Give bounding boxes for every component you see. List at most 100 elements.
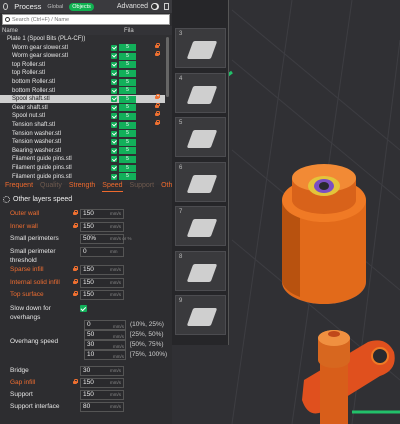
visible-checkbox[interactable] xyxy=(111,139,117,146)
filament-select[interactable]: 5 xyxy=(119,61,136,69)
lock-icon[interactable] xyxy=(73,210,79,215)
search-input[interactable] xyxy=(12,16,132,23)
visible-checkbox[interactable] xyxy=(111,79,117,85)
visible-checkbox[interactable] xyxy=(111,104,117,111)
param-row: Small perimeters 50% mm/s or % xyxy=(0,234,172,245)
object-row[interactable]: Filament guide pins.stl 5 xyxy=(0,164,165,172)
global-chip[interactable]: Global xyxy=(44,3,66,11)
tab-frequent[interactable]: Frequent xyxy=(5,180,33,192)
section-title: Other layers speed xyxy=(13,196,73,203)
advanced-toggle[interactable] xyxy=(151,3,159,10)
filament-select[interactable]: 5 xyxy=(119,112,136,120)
filament-select[interactable]: 5 xyxy=(119,130,136,138)
object-row[interactable]: Bearing washer.stl 5 xyxy=(0,147,165,155)
plate-thumbnail[interactable]: 6 xyxy=(175,161,226,202)
param-label: Small perimeter xyxy=(10,248,56,255)
visible-checkbox[interactable] xyxy=(111,61,117,68)
visible-checkbox[interactable] xyxy=(111,130,117,137)
plate-number: 5 xyxy=(179,120,183,126)
param-row: Outer wall 150 mm/s xyxy=(0,209,172,220)
object-row[interactable]: top Roller.stl 5 xyxy=(0,61,165,69)
plate-preview-icon xyxy=(186,219,218,237)
param-label: Support interface xyxy=(10,403,60,410)
overhang-speed-input[interactable]: 30 mm/s xyxy=(84,340,126,350)
param-unit: mm xyxy=(110,249,118,254)
object-row[interactable]: bottom Roller.stl 5 xyxy=(0,78,165,86)
visible-checkbox[interactable] xyxy=(111,96,117,103)
object-row[interactable]: Worm gear slower.stl 5 xyxy=(0,51,165,60)
param-unit: mm/s xyxy=(110,211,121,216)
overhang-speed-input[interactable]: 10 mm/s xyxy=(84,350,126,360)
slow-down-checkbox[interactable] xyxy=(80,305,87,312)
param-label: Inner wall xyxy=(10,223,38,230)
object-row[interactable]: bottom Roller.stl 5 xyxy=(0,87,165,95)
visible-checkbox[interactable] xyxy=(111,165,117,171)
visible-checkbox[interactable] xyxy=(111,122,117,128)
visible-checkbox[interactable] xyxy=(111,53,117,60)
filament-select[interactable]: 5 xyxy=(119,78,136,86)
process-titlebar: Process Global Objects Advanced xyxy=(0,0,172,13)
overhang-speed-input[interactable]: 0 mm/s xyxy=(84,320,126,330)
object-row[interactable]: Tension shaft.stl 5 xyxy=(0,120,165,129)
visible-checkbox[interactable] xyxy=(111,147,117,154)
param-label: Top surface xyxy=(10,291,44,298)
object-row[interactable]: Tension washer.stl 5 xyxy=(0,138,165,146)
lock-icon[interactable] xyxy=(73,379,79,384)
plate-thumbnail[interactable]: 4 xyxy=(175,72,226,113)
plate-thumbnail[interactable]: 9 xyxy=(175,295,226,335)
object-row[interactable]: Spool shaft.stl 5 xyxy=(0,94,165,104)
tab-strength[interactable]: Strength xyxy=(69,180,95,192)
objects-chip[interactable]: Objects xyxy=(69,2,94,11)
plate-thumbnail[interactable]: 3 xyxy=(175,28,226,68)
gear-shaft-model[interactable] xyxy=(302,330,395,424)
filament-select[interactable]: 5 xyxy=(119,155,136,163)
overhang-speed-input[interactable]: 50 mm/s xyxy=(84,330,126,340)
tab-quality[interactable]: Quality xyxy=(40,180,62,192)
visible-checkbox[interactable] xyxy=(111,87,117,94)
process-panel: Process Global Objects Advanced Name Fil… xyxy=(0,0,172,424)
lock-icon[interactable] xyxy=(73,223,79,228)
object-row[interactable]: Spool nut.stl 5 xyxy=(0,111,165,120)
visible-checkbox[interactable] xyxy=(111,44,117,51)
filament-select[interactable]: 5 xyxy=(119,104,136,112)
3d-viewport[interactable]: 3 4 5 6 7 8 9 xyxy=(172,0,400,424)
param-unit: mm/s xyxy=(110,380,121,385)
lock-icon[interactable] xyxy=(73,279,79,284)
object-row[interactable]: Filament guide pins.stl 5 xyxy=(0,155,165,163)
lock-icon[interactable] xyxy=(73,291,79,296)
filament-select[interactable]: 5 xyxy=(119,164,136,172)
visible-checkbox[interactable] xyxy=(111,156,117,163)
plate-row[interactable]: Plate 1 (Spool Bits (PLA-CF)) xyxy=(0,35,165,43)
filament-select[interactable]: 5 xyxy=(119,52,136,60)
spool-shaft-model[interactable] xyxy=(282,164,366,304)
filament-select[interactable]: 5 xyxy=(119,121,136,129)
compare-icon[interactable] xyxy=(163,3,170,10)
filament-select[interactable]: 5 xyxy=(119,69,136,77)
tab-support[interactable]: Support xyxy=(130,180,155,192)
overhang-speed-value: 0 xyxy=(87,321,91,328)
filament-select[interactable]: 5 xyxy=(119,87,136,95)
search-box[interactable] xyxy=(2,14,170,25)
object-row[interactable]: Gear shaft.stl 5 xyxy=(0,102,165,112)
object-row[interactable]: Worm gear slower.stl 5 xyxy=(0,42,165,52)
object-name: Filament guide pins.stl xyxy=(12,156,72,163)
tab-speed[interactable]: Speed xyxy=(102,180,123,192)
visible-checkbox[interactable] xyxy=(111,70,117,77)
plate-number: 8 xyxy=(179,253,183,260)
visible-checkbox[interactable] xyxy=(111,173,117,180)
plate-thumbnail[interactable]: 8 xyxy=(175,250,226,291)
filament-select[interactable]: 5 xyxy=(119,95,136,103)
overhang-range: [50%, 75%) xyxy=(130,341,164,348)
filament-select[interactable]: 5 xyxy=(119,138,136,146)
tab-others[interactable]: Others xyxy=(161,180,172,192)
object-name: Gear shaft.stl xyxy=(12,104,48,111)
object-list-scrollbar[interactable] xyxy=(166,37,169,97)
plate-thumbnail[interactable]: 7 xyxy=(175,206,226,246)
object-row[interactable]: Tension washer.stl 5 xyxy=(0,130,165,138)
filament-select[interactable]: 5 xyxy=(119,147,136,155)
filament-select[interactable]: 5 xyxy=(119,44,136,52)
plate-thumbnail[interactable]: 5 xyxy=(175,117,226,157)
object-row[interactable]: top Roller.stl 5 xyxy=(0,69,165,77)
visible-checkbox[interactable] xyxy=(111,113,117,120)
lock-icon[interactable] xyxy=(73,266,79,271)
